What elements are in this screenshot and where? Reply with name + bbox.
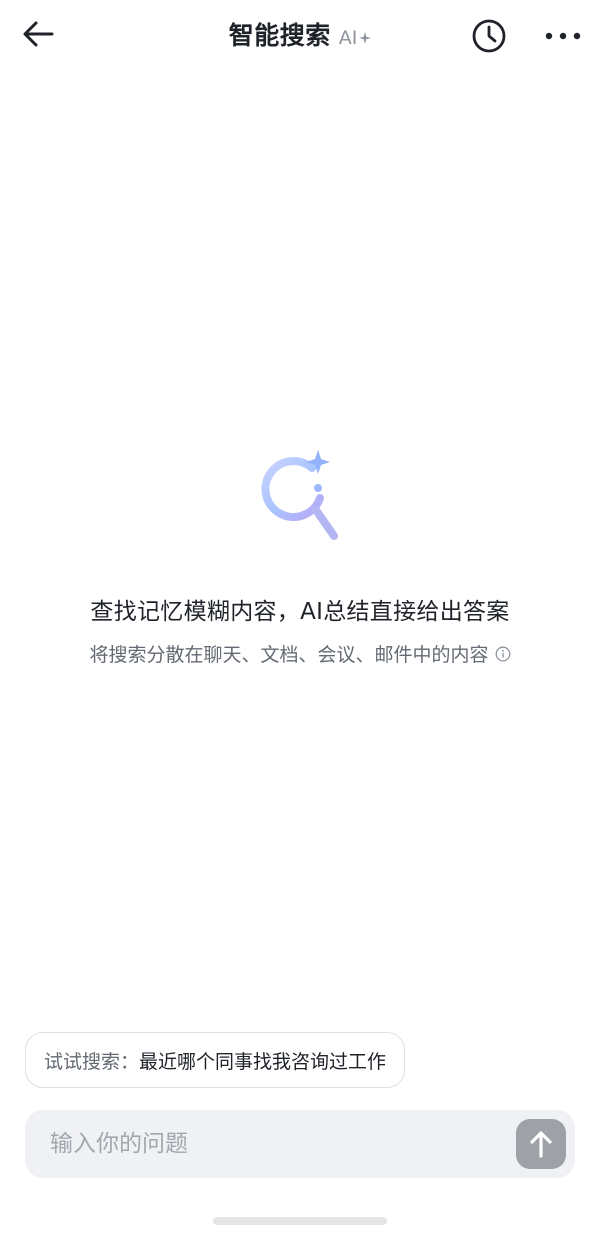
empty-state: 查找记忆模糊内容，AI总结直接给出答案 将搜索分散在聊天、文档、会议、邮件中的内…: [0, 446, 600, 667]
ellipsis-icon: [545, 32, 581, 40]
question-input[interactable]: [25, 1110, 516, 1178]
ai-search-screen: 智能搜索 AI 查找记忆模糊内容，AI总结直接给出答案 将搜索分散在聊天、文档、…: [0, 0, 600, 1234]
ai-search-icon: [261, 450, 338, 540]
empty-state-description: 将搜索分散在聊天、文档、会议、邮件中的内容: [89, 644, 489, 666]
clock-icon: [472, 19, 506, 53]
question-input-bar: [25, 1110, 575, 1178]
suggestion-prefix: 试试搜索：: [44, 1050, 140, 1073]
suggested-search-chip[interactable]: 试试搜索： 最近哪个同事找我咨询过工作: [25, 1032, 406, 1088]
home-indicator: [213, 1217, 387, 1225]
ai-badge-label: AI: [338, 27, 358, 49]
top-nav-bar: 智能搜索 AI: [0, 0, 600, 70]
arrow-up-icon: [530, 1131, 552, 1158]
info-icon[interactable]: [495, 646, 511, 662]
page-title-group: 智能搜索 AI: [0, 16, 600, 52]
send-button[interactable]: [516, 1119, 566, 1169]
empty-state-subline: 将搜索分散在聊天、文档、会议、邮件中的内容: [0, 640, 600, 667]
empty-state-headline: 查找记忆模糊内容，AI总结直接给出答案: [90, 599, 510, 625]
suggestion-query: 最近哪个同事找我咨询过工作: [139, 1050, 387, 1073]
page-title: 智能搜索: [228, 21, 331, 50]
more-options-button[interactable]: [540, 15, 586, 57]
history-button[interactable]: [468, 15, 510, 57]
ai-badge: AI: [339, 27, 372, 49]
sparkle-icon: [359, 32, 372, 44]
